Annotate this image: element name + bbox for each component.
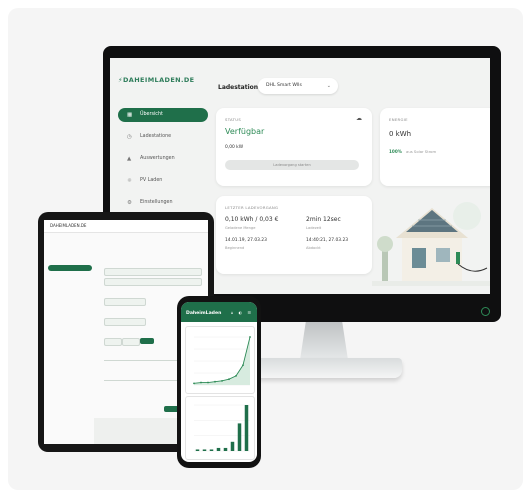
tablet-input-field[interactable]: [104, 318, 146, 326]
power-button[interactable]: [481, 307, 490, 316]
phone-line-point: [235, 374, 237, 377]
chevron-down-icon: ⌄: [326, 83, 331, 89]
phone-line-chart-card: [185, 326, 255, 394]
tablet-nav-item[interactable]: [48, 238, 92, 244]
last-duration-label: Ladezeit: [306, 226, 322, 230]
house-illustration: [372, 202, 490, 286]
phone-line-point: [249, 336, 251, 338]
phone-line-point: [214, 380, 216, 383]
phone-line-point: [193, 382, 195, 385]
monitor-stand-neck: [300, 322, 348, 360]
sidebar-item-charging[interactable]: ◷ Ladestatione: [118, 130, 208, 144]
phone-line-point: [228, 378, 230, 381]
topbar-label: Ladestation: [218, 84, 259, 91]
phone-line-point: [242, 364, 244, 367]
phone-screen: DaheimLaden ⌂ ◐ ☰: [181, 302, 257, 462]
tablet-input-field[interactable]: [104, 278, 202, 286]
phone-bar-chart-card: [185, 396, 255, 460]
phone-bar: [216, 447, 221, 451]
start-charging-button[interactable]: Ladevorgang starten: [225, 160, 359, 170]
last-end: 14:40:21, 27.03.23: [306, 238, 349, 243]
solar-subtext: aus Solar Strom: [406, 149, 437, 154]
phone-bar: [223, 447, 228, 451]
phone-header: DaheimLaden ⌂ ◐ ☰: [181, 302, 257, 322]
sidebar-item-overview[interactable]: ▦ Übersicht: [118, 108, 208, 122]
phone-bar: [202, 449, 207, 451]
sidebar-item-settings[interactable]: ⚙ Einstellungen: [118, 196, 208, 210]
station-select[interactable]: DHL Smart Wlls ⌄: [258, 78, 338, 94]
tablet-input-field[interactable]: [104, 268, 202, 276]
status-value: Verfügbar: [225, 127, 265, 136]
tablet-toggle[interactable]: [122, 338, 140, 346]
solar-percent: 100%: [389, 149, 402, 154]
tablet-toggle[interactable]: [104, 338, 122, 346]
phone-bar: [244, 405, 249, 451]
energy-value: 0 kWh: [389, 130, 412, 138]
energy-panel: ENERGIE 0 kWh 100% aus Solar Strom: [380, 108, 490, 186]
sun-icon: ☼: [127, 178, 132, 184]
phone-header-icons[interactable]: ⌂ ◐ ☰: [231, 310, 253, 315]
phone-bar: [230, 441, 235, 451]
tablet-sidebar: [48, 238, 92, 283]
tablet-nav-item-active[interactable]: [48, 265, 92, 271]
sidebar-item-reports[interactable]: ▲ Auswertungen: [118, 152, 208, 166]
sidebar: ▦ Übersicht ◷ Ladestatione ▲ Auswertunge…: [118, 108, 208, 218]
status-title: STATUS: [225, 117, 242, 122]
phone-bar: [195, 449, 200, 451]
last-charge-title: LETZTER LADEVORGANG: [225, 205, 279, 210]
status-panel: STATUS ☁ Verfügbar 0,00 kW Ladevorgang s…: [216, 108, 372, 186]
last-charge-panel: LETZTER LADEVORGANG 0,10 kWh / 0,03 € Ge…: [216, 196, 372, 274]
phone-line-point: [200, 381, 202, 384]
status-power: 0,00 kW: [225, 145, 244, 150]
last-energy-label: Geladene Menge: [225, 226, 256, 230]
tablet-title: DAHEIMLADEN.DE: [50, 223, 87, 228]
tablet-nav-item[interactable]: [48, 256, 92, 262]
phone-title: DaheimLaden: [186, 311, 222, 316]
phone-bar: [209, 449, 214, 451]
monitor-stand-base: [246, 358, 402, 378]
phone-line-point: [221, 379, 223, 382]
brand-logo[interactable]: ⚡DAHEIMLADEN.DE: [118, 76, 195, 84]
gear-icon: ⚙: [127, 200, 132, 206]
phone-line-point: [207, 381, 209, 384]
chart-icon: ▲: [127, 156, 132, 162]
tablet-nav-item[interactable]: [48, 247, 92, 253]
tablet-header: DAHEIMLADEN.DE: [44, 220, 208, 233]
last-energy: 0,10 kWh / 0,03 €: [225, 216, 279, 223]
phone-bar-chart: [194, 404, 250, 452]
last-duration: 2min 12sec: [306, 216, 341, 223]
last-start-label: Beginnend: [225, 246, 245, 250]
last-start: 14.01.19, 27.03.23: [225, 238, 267, 243]
tablet-nav-item[interactable]: [48, 274, 92, 280]
tablet-toggle-active[interactable]: [140, 338, 154, 344]
tablet-input-field[interactable]: [104, 298, 146, 306]
last-end-label: Abdockt: [306, 246, 321, 250]
cloud-icon: ☁: [356, 115, 362, 122]
sidebar-item-pv[interactable]: ☼ PV Laden: [118, 174, 208, 188]
energy-title: ENERGIE: [389, 117, 408, 122]
grid-icon: ▦: [127, 112, 133, 118]
phone-line-chart: [193, 336, 251, 386]
phone-bar: [237, 423, 242, 451]
clock-icon: ◷: [127, 134, 132, 140]
